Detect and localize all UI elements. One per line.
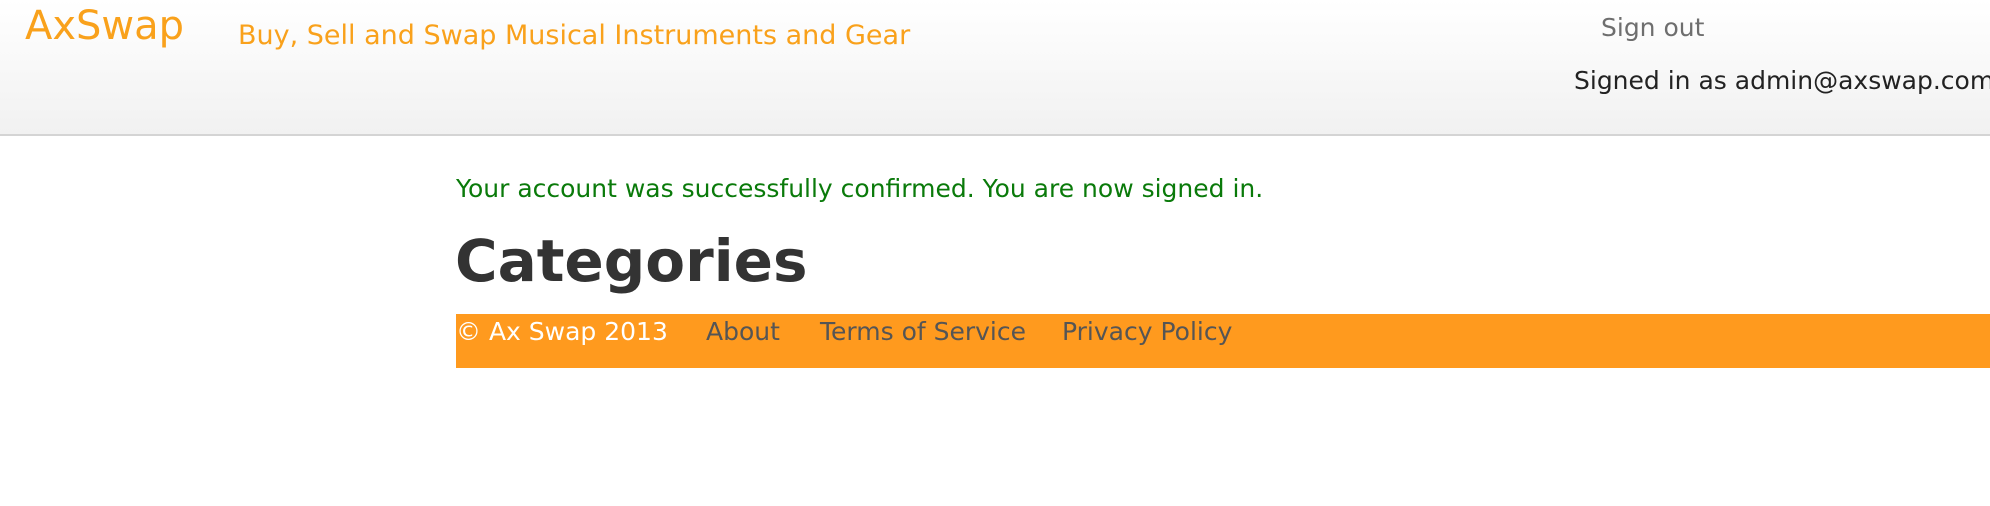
brand-logo-link[interactable]: AxSwap [25,2,184,50]
flash-success-message: Your account was successfully confirmed.… [456,174,1264,203]
footer-link-terms-of-service[interactable]: Terms of Service [820,314,1026,350]
footer-copyright: © Ax Swap 2013 [456,317,668,346]
page-title: Categories [455,227,808,295]
sign-out-link[interactable]: Sign out [1601,12,1704,44]
footer-link-about[interactable]: About [706,314,780,350]
footer-link-privacy-policy[interactable]: Privacy Policy [1062,314,1232,350]
top-navbar: AxSwap Buy, Sell and Swap Musical Instru… [0,0,1990,136]
footer-bar: © Ax Swap 2013 About Terms of Service Pr… [456,314,1990,368]
signed-in-status: Signed in as admin@axswap.com [1574,66,1990,95]
site-tagline: Buy, Sell and Swap Musical Instruments a… [238,20,911,51]
